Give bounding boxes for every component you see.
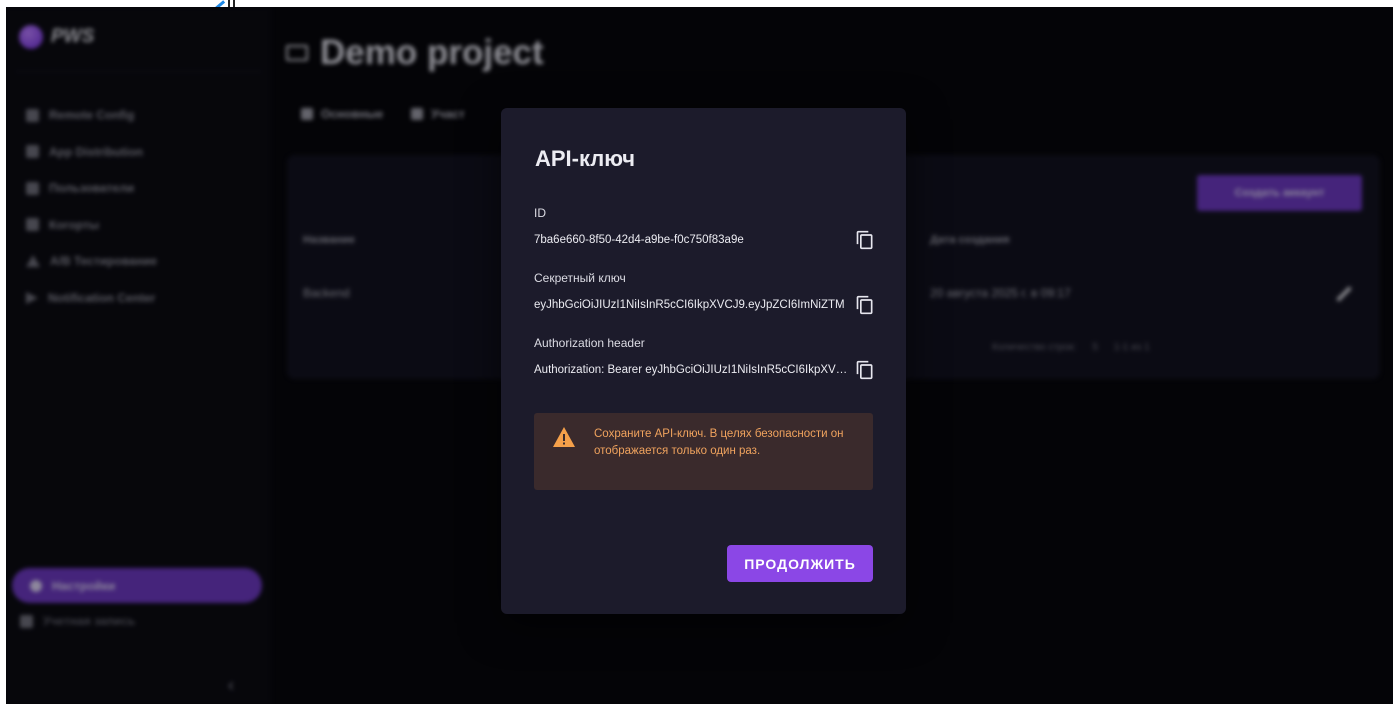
warning-alert: Сохраните API-ключ. В целях безопасности… — [534, 413, 873, 490]
warning-text: Сохраните API-ключ. В целях безопасности… — [594, 428, 844, 457]
secret-key-label: Секретный ключ — [534, 271, 626, 285]
api-key-dialog: API-ключ ID 7ba6e660-8f50-42d4-a9be-f0c7… — [501, 108, 906, 614]
copy-secret-button[interactable] — [855, 295, 875, 315]
copy-icon — [856, 230, 873, 250]
auth-header-value: Authorization: Bearer eyJhbGciOiJIUzI1Ni… — [534, 364, 850, 376]
continue-button[interactable]: ПРОДОЛЖИТЬ — [727, 545, 873, 582]
id-label: ID — [534, 206, 546, 220]
app-window: PWS Remote Config App Distribution Польз… — [6, 7, 1393, 704]
copy-icon — [856, 360, 873, 380]
dialog-title: API-ключ — [535, 146, 635, 171]
auth-header-label: Authorization header — [534, 336, 645, 350]
copy-auth-header-button[interactable] — [855, 360, 875, 380]
secret-key-value: eyJhbGciOiJIUzI1NiIsInR5cCI6IkpXVCJ9.eyJ… — [534, 299, 845, 311]
copy-icon — [856, 295, 873, 315]
warning-icon — [553, 427, 575, 447]
id-value: 7ba6e660-8f50-42d4-a9be-f0c750f83a9e — [534, 234, 744, 246]
copy-id-button[interactable] — [855, 230, 875, 250]
